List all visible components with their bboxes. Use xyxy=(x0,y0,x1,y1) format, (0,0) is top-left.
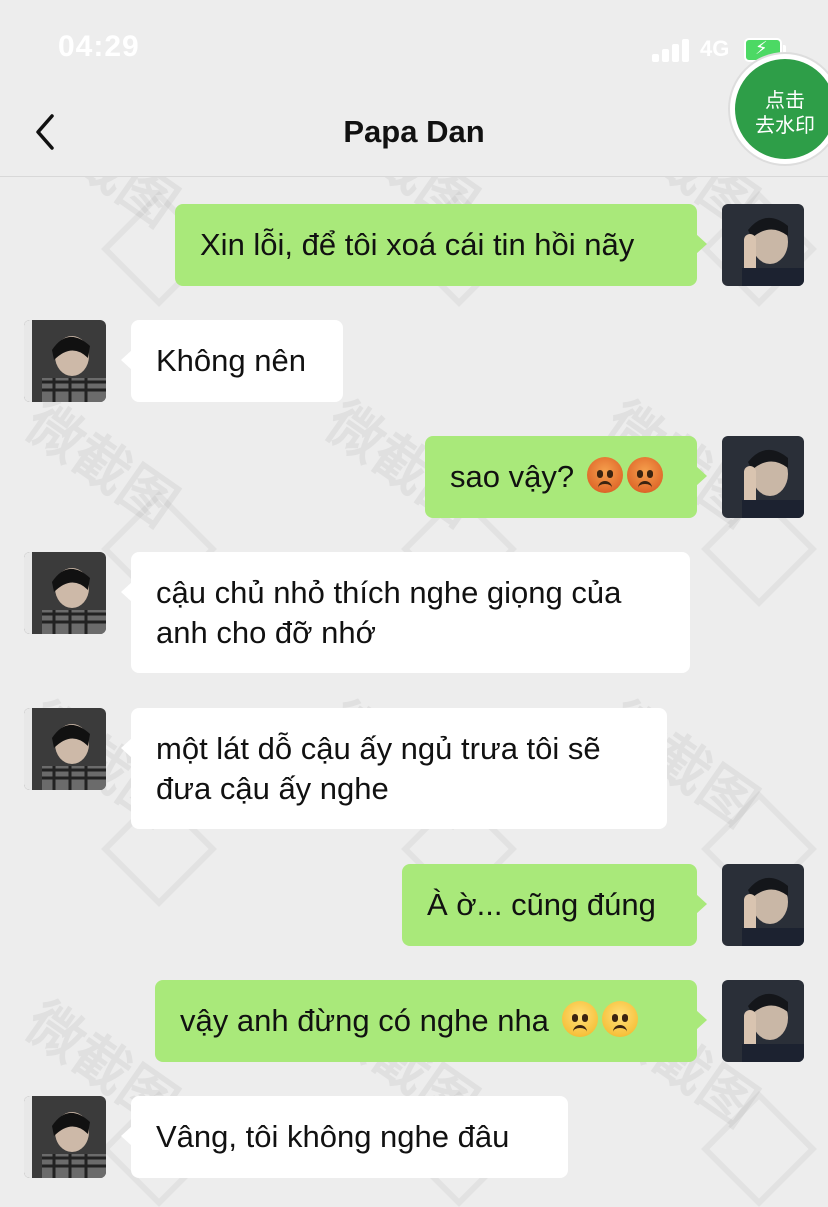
avatar-photo-icon xyxy=(722,864,804,946)
avatar-photo-icon xyxy=(722,204,804,286)
watermark-text: 微截图 xyxy=(14,389,189,538)
watermark-logo xyxy=(701,1091,817,1207)
message-text: À ờ... cũng đúng xyxy=(427,887,656,922)
message-text: sao vậy? xyxy=(450,459,575,494)
message-bubble-incoming[interactable]: Vâng, tôi không nghe đâu xyxy=(121,1096,568,1178)
signal-icon xyxy=(652,38,692,62)
message-bubble-incoming[interactable]: Không nên xyxy=(121,320,343,402)
message-text: vậy anh đừng có nghe nha xyxy=(180,1003,549,1038)
worried-face-icon xyxy=(601,1001,638,1037)
message-text: Vâng, tôi không nghe đâu xyxy=(156,1119,510,1154)
status-time: 04:29 xyxy=(58,30,140,63)
message-bubble-outgoing[interactable]: Xin lỗi, để tôi xoá cái tin hồi nãy xyxy=(175,204,707,286)
contact-avatar[interactable] xyxy=(24,1096,106,1178)
my-avatar[interactable] xyxy=(722,980,804,1062)
message-bubble-incoming[interactable]: cậu chủ nhỏ thích nghe giọng của anh cho… xyxy=(121,552,690,673)
my-avatar[interactable] xyxy=(722,204,804,286)
message-bubble-outgoing[interactable]: vậy anh đừng có nghe nha xyxy=(155,980,707,1062)
contact-avatar[interactable] xyxy=(24,552,106,634)
network-type: 4G xyxy=(700,36,730,61)
angry-crying-face-icon xyxy=(626,457,663,493)
message-text: cậu chủ nhỏ thích nghe giọng của anh cho… xyxy=(156,575,622,650)
avatar-photo-icon xyxy=(722,980,804,1062)
contact-avatar[interactable] xyxy=(24,320,106,402)
avatar-photo-icon xyxy=(24,708,106,790)
avatar-photo-icon xyxy=(24,320,106,402)
worried-face-icon xyxy=(561,1001,598,1037)
message-bubble-outgoing[interactable]: À ờ... cũng đúng xyxy=(402,864,707,946)
message-bubble-outgoing[interactable]: sao vậy? xyxy=(425,436,707,518)
message-text: Xin lỗi, để tôi xoá cái tin hồi nãy xyxy=(200,227,635,262)
message-text: một lát dỗ cậu ấy ngủ trưa tôi sẽ đưa cậ… xyxy=(156,731,601,806)
angry-crying-face-icon xyxy=(586,457,623,493)
my-avatar[interactable] xyxy=(722,436,804,518)
avatar-photo-icon xyxy=(24,1096,106,1178)
contact-avatar[interactable] xyxy=(24,708,106,790)
status-bar: 04:29 4G ⚡ xyxy=(0,0,828,92)
my-avatar[interactable] xyxy=(722,864,804,946)
avatar-photo-icon xyxy=(24,552,106,634)
chat-title: Papa Dan xyxy=(343,114,485,149)
message-bubble-incoming[interactable]: một lát dỗ cậu ấy ngủ trưa tôi sẽ đưa cậ… xyxy=(121,708,667,829)
nav-bar: Papa Dan xyxy=(0,92,828,177)
message-text: Không nên xyxy=(156,343,306,378)
avatar-photo-icon xyxy=(722,436,804,518)
